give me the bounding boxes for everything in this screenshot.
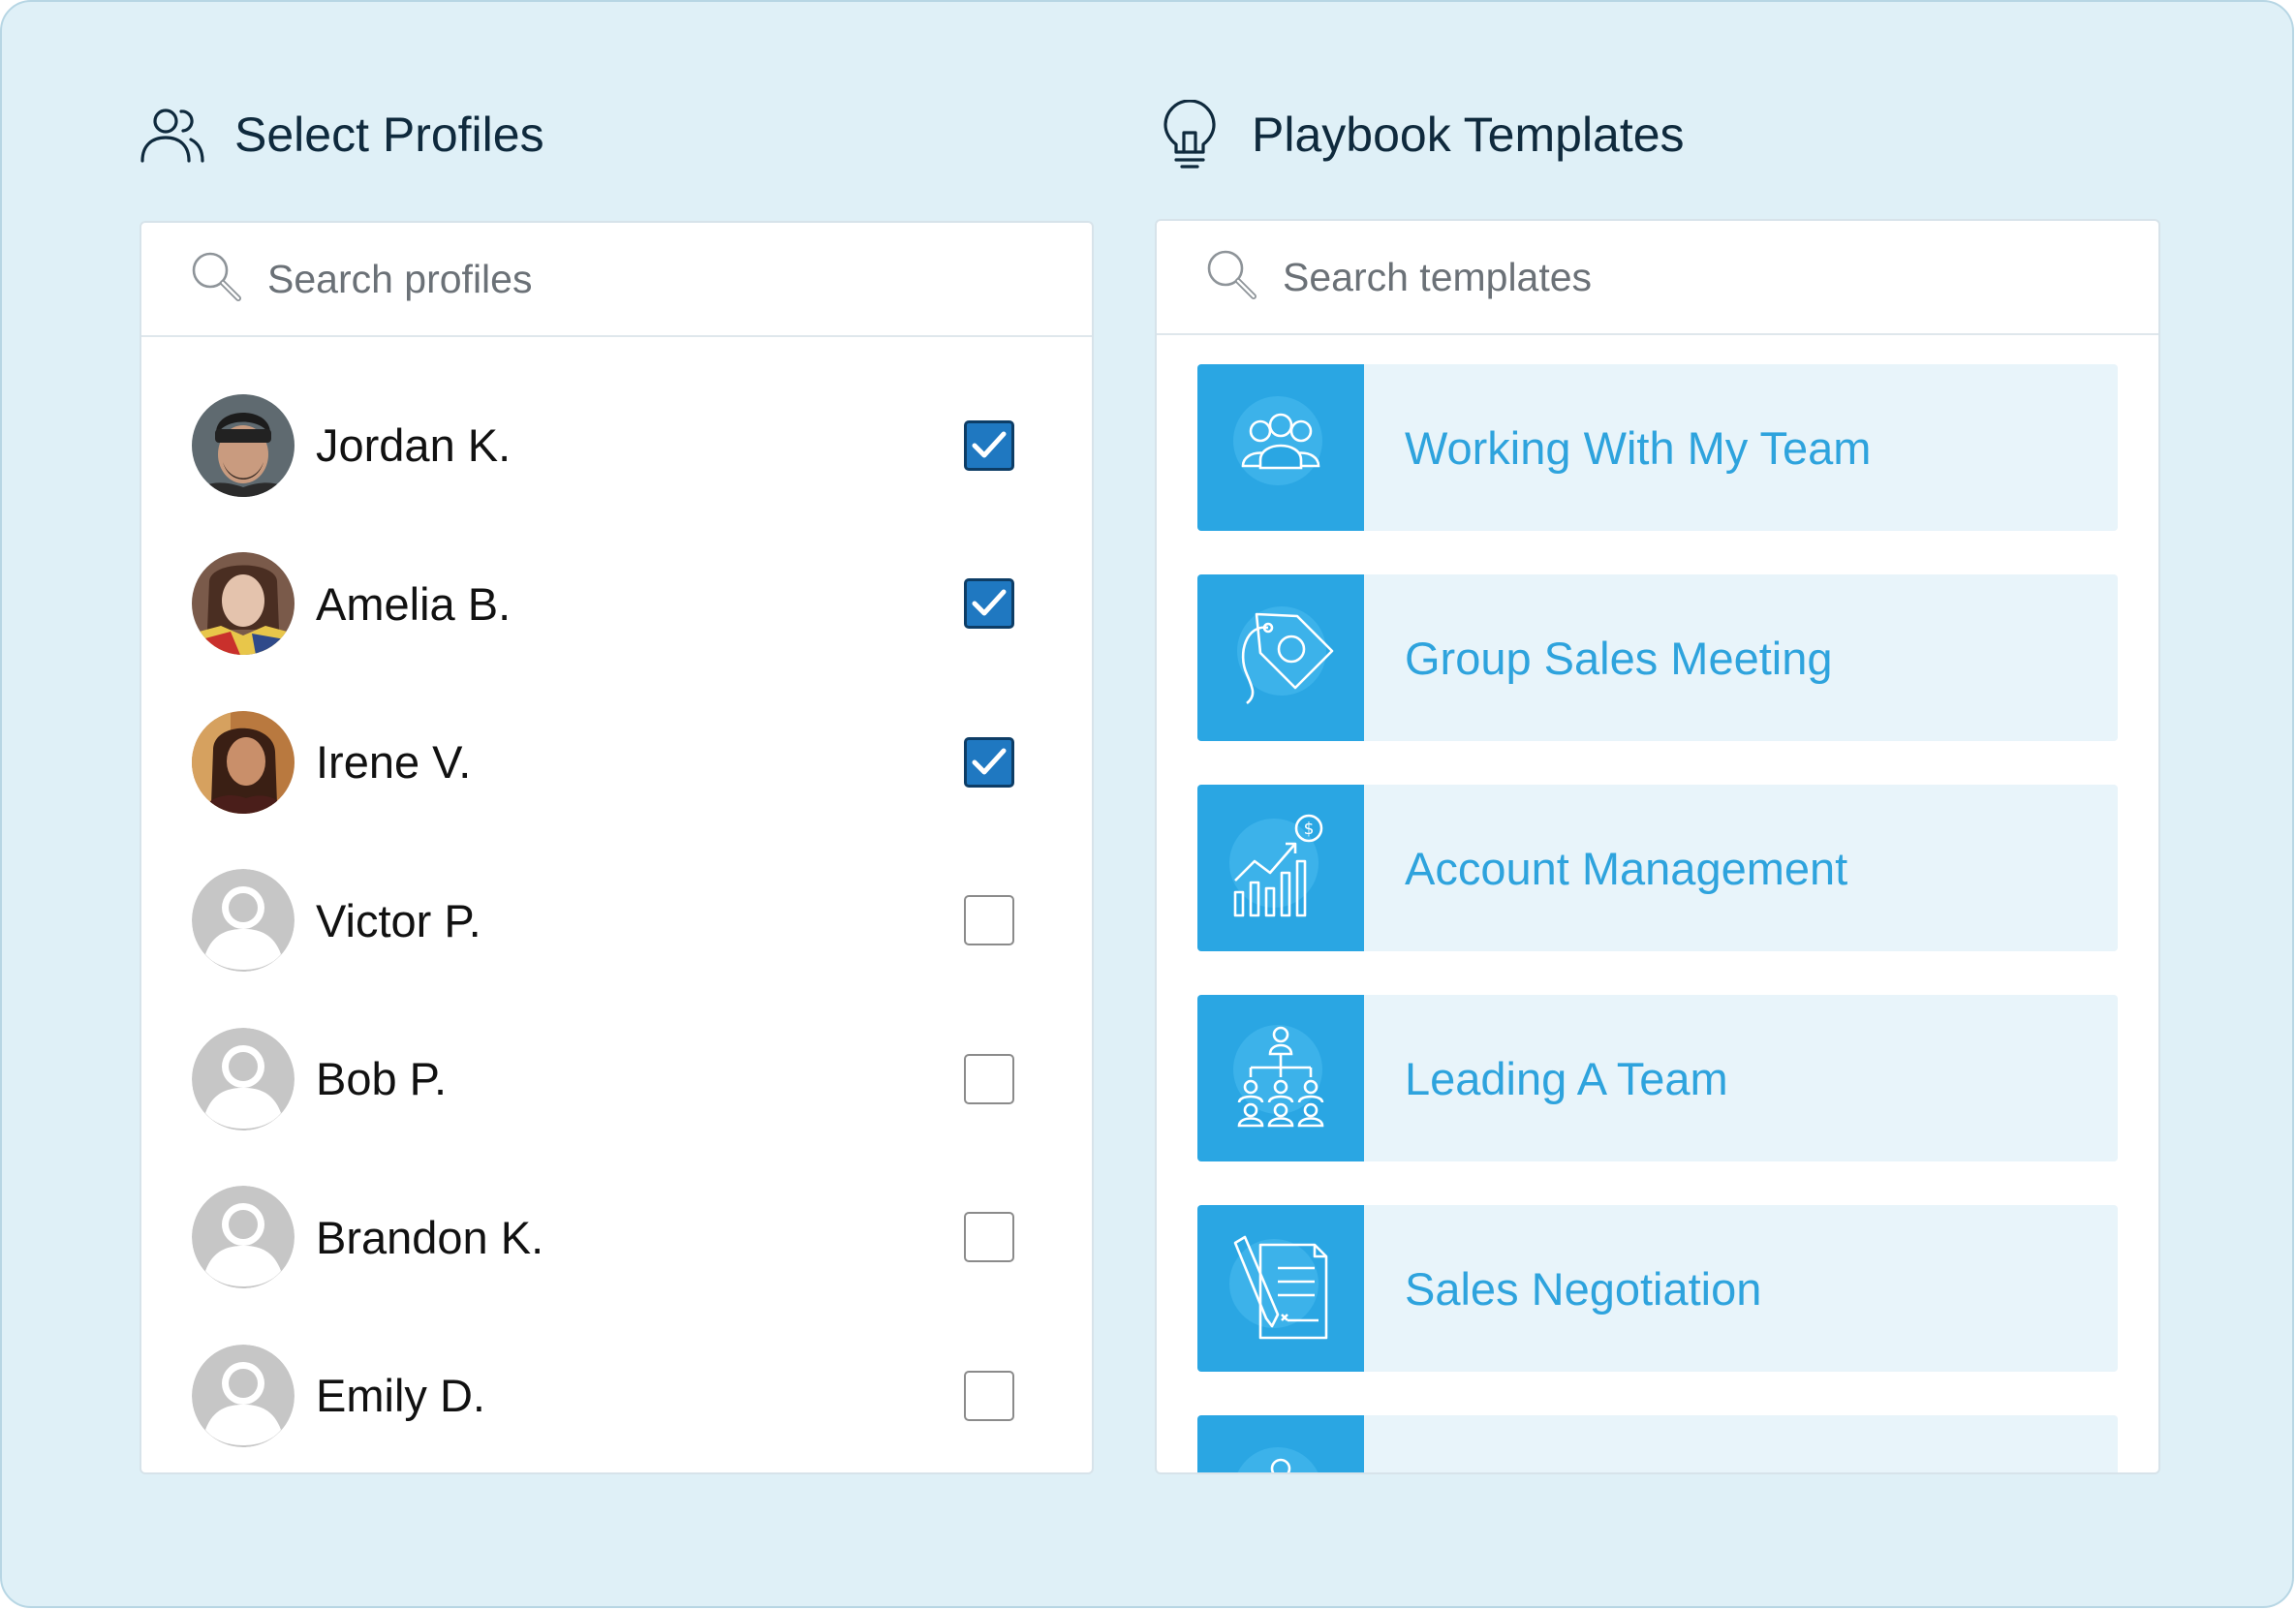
profile-name: Emily D.	[316, 1370, 485, 1422]
profile-name: Bob P.	[316, 1053, 448, 1105]
svg-text:$: $	[1304, 820, 1315, 839]
profile-list: Jordan K. Amelia B. Irene V. Victor P. B…	[141, 337, 1092, 1472]
contract-icon	[1197, 1205, 1364, 1372]
profiles-panel: Jordan K.	[140, 221, 1094, 1474]
profile-name: Irene V.	[316, 736, 472, 789]
template-card-partial[interactable]	[1197, 1415, 2118, 1472]
templates-panel: Working With My Team Group Sales Meeting	[1155, 219, 2160, 1474]
default-avatar-icon	[192, 1344, 295, 1447]
templates-search-input[interactable]	[1283, 254, 1961, 300]
app-frame: Select Profiles Playbook Templates Searc…	[0, 0, 2294, 1608]
profile-checkbox[interactable]	[964, 895, 1014, 946]
template-title: Working With My Team	[1405, 421, 1872, 474]
profile-row-emily[interactable]: Emily D.	[141, 1316, 1092, 1472]
template-title: Group Sales Meeting	[1405, 632, 1833, 684]
profile-row-jordan[interactable]: Jordan K.	[141, 366, 1092, 525]
users-icon	[138, 100, 207, 170]
lightbulb-icon	[1155, 100, 1225, 170]
profile-row-irene[interactable]: Irene V.	[141, 683, 1092, 842]
template-card-leading-a-team[interactable]: Leading A Team	[1197, 995, 2118, 1161]
partial-icon	[1197, 1415, 1364, 1472]
profiles-title: Select Profiles	[234, 108, 544, 162]
template-title: Account Management	[1405, 842, 1848, 894]
search-icon	[1205, 248, 1259, 307]
search-icon	[190, 250, 244, 309]
team-icon	[1197, 364, 1364, 531]
profile-name: Amelia B.	[316, 577, 512, 630]
avatar	[192, 393, 295, 497]
profile-name: Brandon K.	[316, 1211, 544, 1263]
template-title	[1364, 1415, 1405, 1472]
template-list: Working With My Team Group Sales Meeting	[1157, 335, 2158, 1472]
profiles-heading: Select Profiles	[138, 97, 544, 172]
template-card-account-management[interactable]: $ Account Management	[1197, 785, 2118, 951]
templates-heading: Playbook Templates	[1155, 97, 1685, 172]
avatar	[192, 552, 295, 656]
template-card-group-sales-meeting[interactable]: Group Sales Meeting	[1197, 574, 2118, 741]
profile-row-bob[interactable]: Bob P.	[141, 1000, 1092, 1159]
default-avatar-icon	[192, 1186, 295, 1289]
profile-name: Victor P.	[316, 894, 481, 946]
price-tag-icon	[1197, 574, 1364, 741]
profile-checkbox[interactable]	[964, 736, 1014, 788]
profile-checkbox[interactable]	[964, 419, 1014, 471]
templates-title: Playbook Templates	[1252, 108, 1685, 162]
template-title: Sales Negotiation	[1405, 1262, 1762, 1315]
profile-row-amelia[interactable]: Amelia B.	[141, 525, 1092, 684]
profile-checkbox[interactable]	[964, 578, 1014, 630]
default-avatar-icon	[192, 869, 295, 973]
profile-checkbox[interactable]	[964, 1370, 1014, 1421]
template-card-sales-negotiation[interactable]: Sales Negotiation	[1197, 1205, 2118, 1372]
growth-chart-icon: $	[1197, 785, 1364, 951]
templates-search-bar	[1157, 221, 2158, 335]
profiles-search-input[interactable]	[267, 256, 946, 302]
profile-row-victor[interactable]: Victor P.	[141, 842, 1092, 1001]
template-card-working-with-my-team[interactable]: Working With My Team	[1197, 364, 2118, 531]
avatar	[192, 710, 295, 814]
profile-name: Jordan K.	[316, 419, 512, 472]
profile-row-brandon[interactable]: Brandon K.	[141, 1159, 1092, 1317]
default-avatar-icon	[192, 1027, 295, 1130]
profile-checkbox[interactable]	[964, 1053, 1014, 1104]
org-chart-icon	[1197, 995, 1364, 1161]
profile-checkbox[interactable]	[964, 1212, 1014, 1263]
template-title: Leading A Team	[1405, 1052, 1728, 1104]
profiles-search-bar	[141, 223, 1092, 337]
